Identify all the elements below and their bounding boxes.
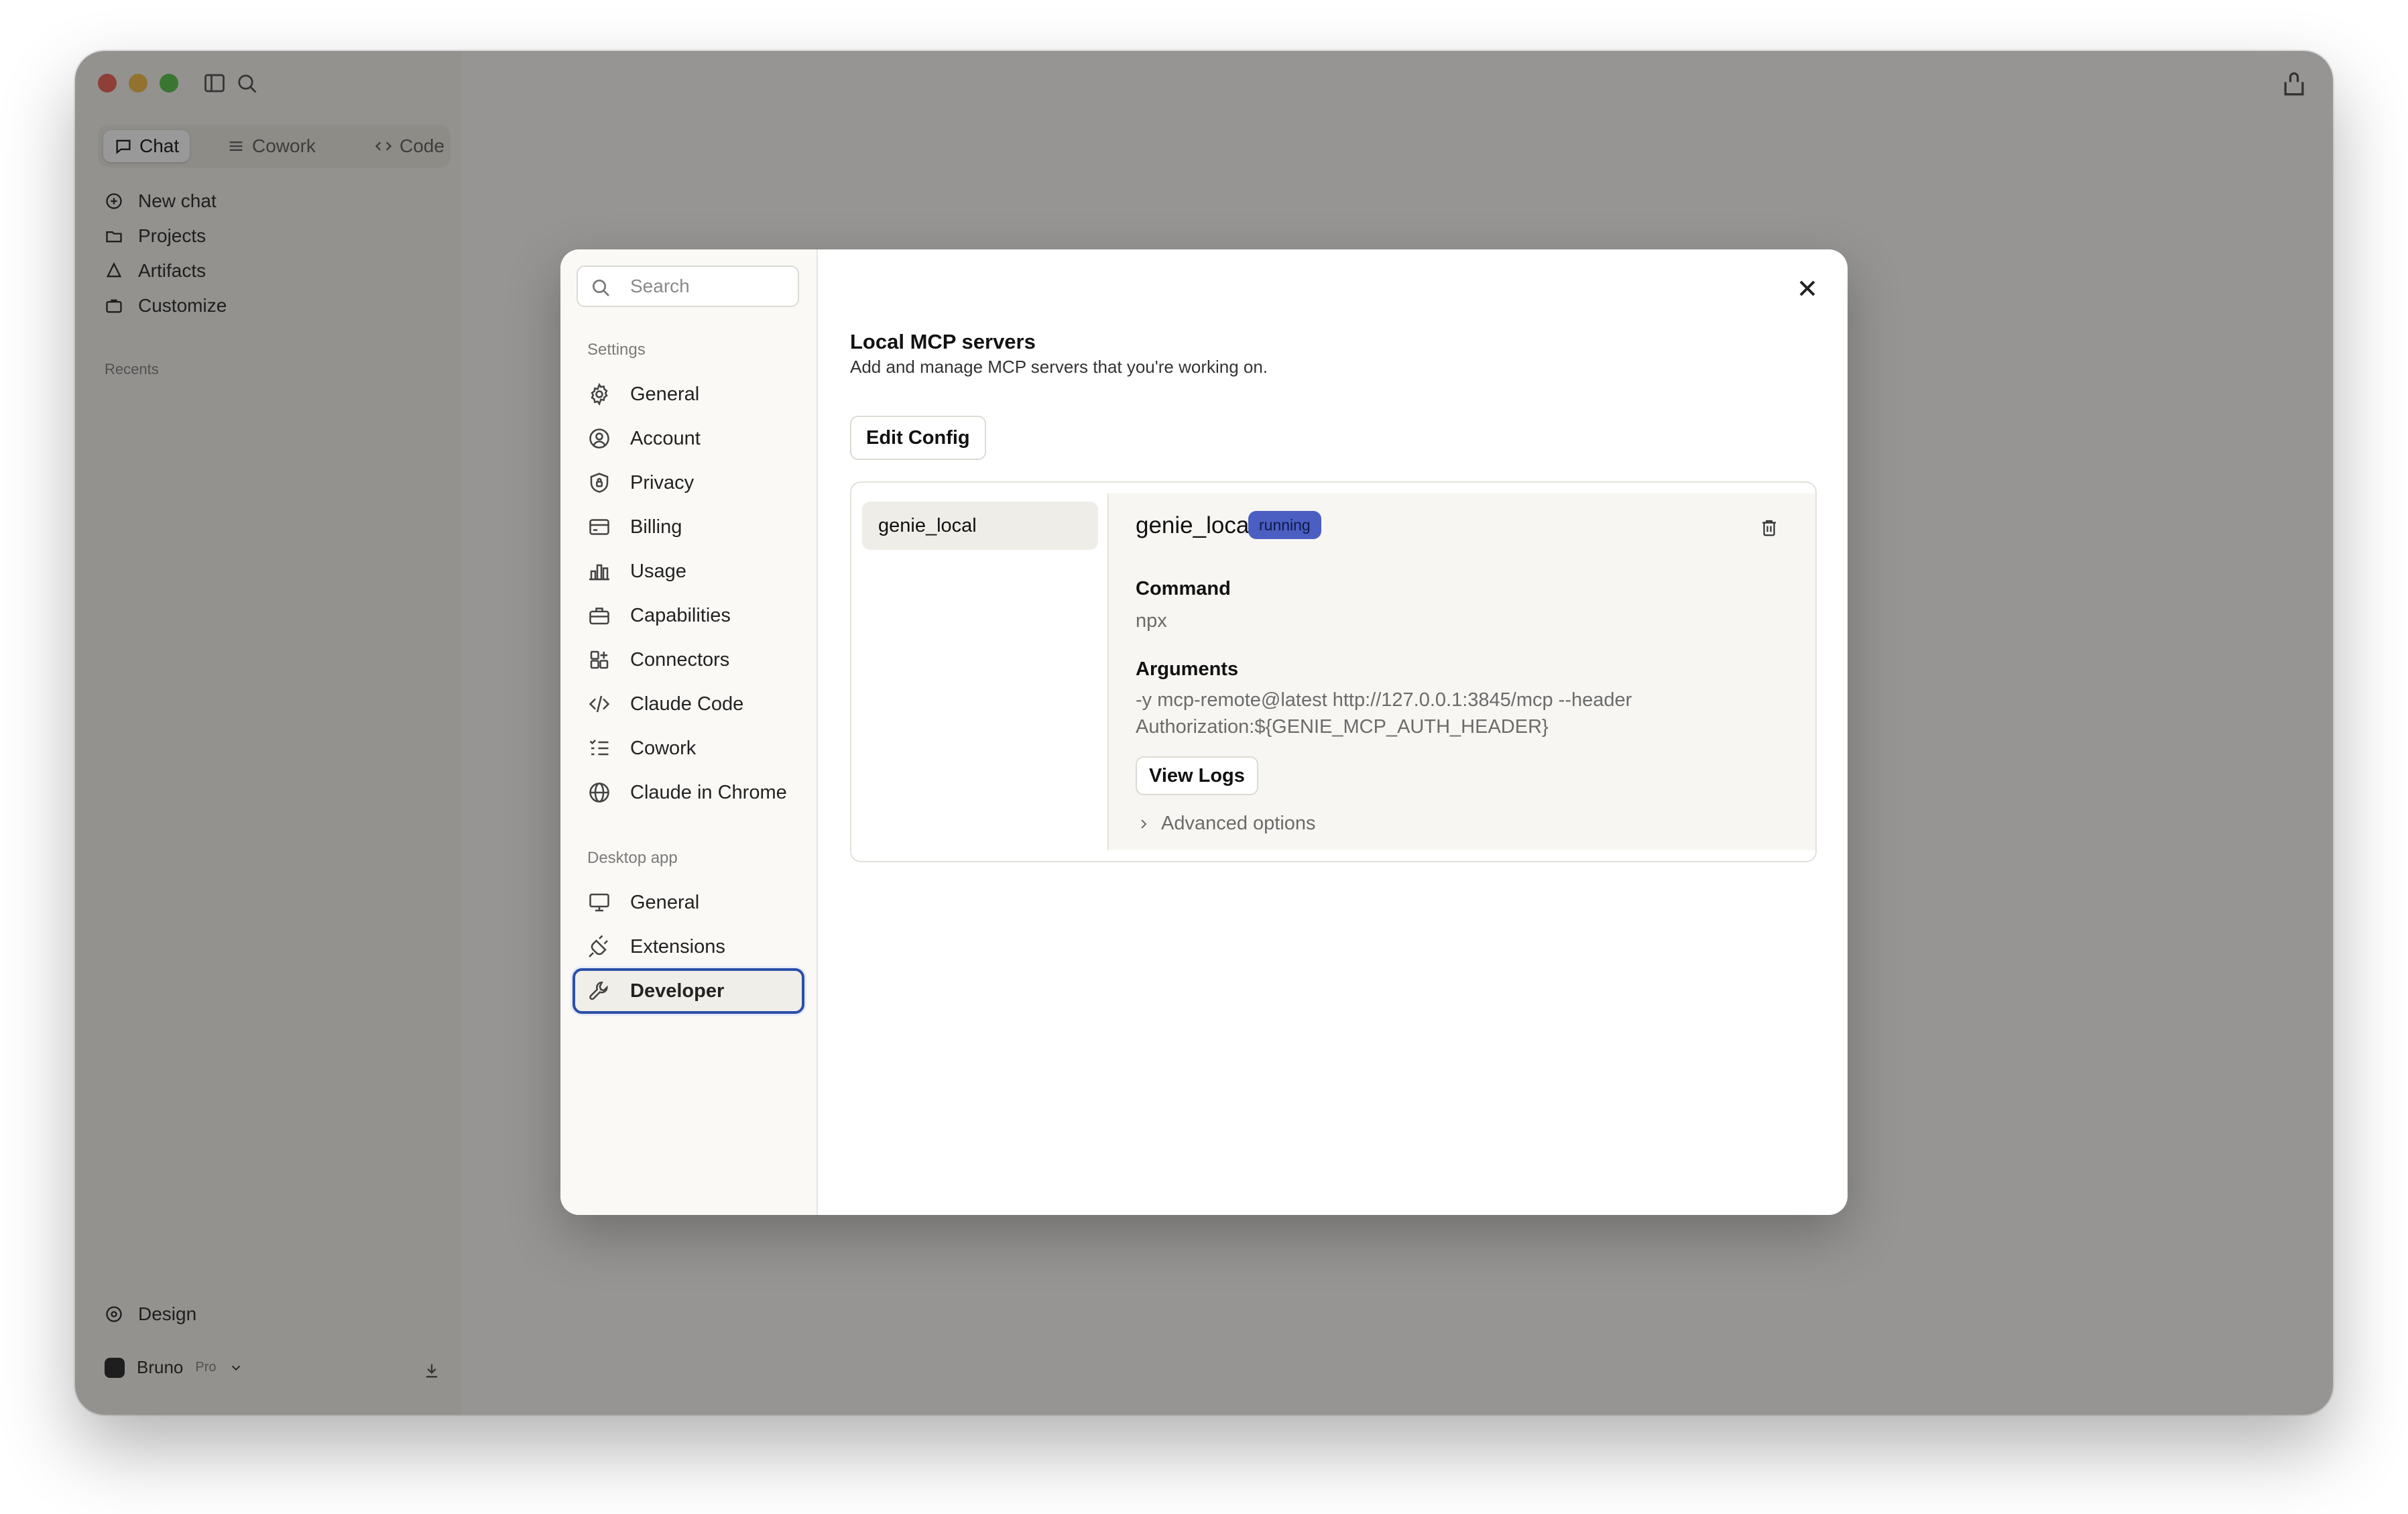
arguments-label: Arguments bbox=[1136, 658, 1239, 680]
status-badge: running bbox=[1248, 511, 1321, 539]
nav-privacy[interactable]: Privacy bbox=[573, 460, 804, 506]
nav-label: Claude Code bbox=[630, 693, 744, 715]
nav-label: Developer bbox=[630, 980, 725, 1002]
settings-sidebar: Settings General Account Privacy Billing… bbox=[560, 249, 818, 1215]
nav-extensions[interactable]: Extensions bbox=[573, 924, 804, 970]
nav-claude-code[interactable]: Claude Code bbox=[573, 681, 804, 727]
view-logs-button[interactable]: View Logs bbox=[1136, 756, 1258, 795]
nav-label: General bbox=[630, 891, 700, 913]
nav-label: Extensions bbox=[630, 935, 725, 957]
toolbox-icon bbox=[589, 607, 609, 625]
command-value: npx bbox=[1136, 610, 1167, 632]
arguments-value-line2: Authorization:${GENIE_MCP_AUTH_HEADER} bbox=[1136, 716, 1549, 738]
page-title: Local MCP servers bbox=[850, 330, 1036, 353]
nav-cowork[interactable]: Cowork bbox=[573, 725, 804, 771]
nav-developer[interactable]: Developer bbox=[573, 968, 804, 1014]
nav-connectors[interactable]: Connectors bbox=[573, 637, 804, 683]
close-icon[interactable] bbox=[1791, 272, 1823, 304]
search-input[interactable] bbox=[630, 272, 791, 300]
user-circle-icon bbox=[589, 428, 609, 449]
server-detail: genie_local running Command npx Argument… bbox=[1107, 493, 1815, 850]
nav-label: Privacy bbox=[630, 471, 695, 493]
server-name: genie_local bbox=[1136, 512, 1255, 538]
nav-account[interactable]: Account bbox=[573, 416, 804, 461]
nav-general[interactable]: General bbox=[573, 371, 804, 417]
monitor-icon bbox=[589, 893, 609, 912]
page-subtitle: Add and manage MCP servers that you're w… bbox=[850, 357, 1268, 377]
nav-claude-in-chrome[interactable]: Claude in Chrome bbox=[573, 770, 804, 815]
nav-usage[interactable]: Usage bbox=[573, 548, 804, 594]
settings-search[interactable] bbox=[577, 266, 799, 307]
arguments-value-line1: -y mcp-remote@latest http://127.0.0.1:38… bbox=[1136, 689, 1632, 711]
search-icon bbox=[593, 280, 609, 296]
command-label: Command bbox=[1136, 578, 1231, 599]
settings-section-label: Settings bbox=[587, 341, 646, 359]
server-list-item[interactable]: genie_local bbox=[862, 502, 1098, 550]
server-panel: genie_local genie_local running Command … bbox=[850, 481, 1817, 862]
nav-label: General bbox=[630, 383, 700, 405]
nav-label: Capabilities bbox=[630, 604, 731, 626]
chevron-right-icon bbox=[1141, 819, 1147, 829]
settings-modal: Settings General Account Privacy Billing… bbox=[560, 249, 1848, 1215]
gear-icon bbox=[591, 383, 608, 406]
globe-icon bbox=[589, 782, 609, 803]
nav-label: Billing bbox=[630, 516, 682, 538]
nav-label: Connectors bbox=[630, 648, 730, 671]
grid-plus-icon bbox=[590, 650, 609, 669]
nav-capabilities[interactable]: Capabilities bbox=[573, 593, 804, 638]
plug-icon bbox=[589, 935, 608, 957]
nav-desktop-general[interactable]: General bbox=[573, 880, 804, 925]
credit-card-icon bbox=[589, 519, 609, 535]
trash-icon[interactable] bbox=[1759, 518, 1779, 538]
nav-label: Usage bbox=[630, 560, 686, 582]
code-icon bbox=[589, 695, 610, 713]
desktop-section-label: Desktop app bbox=[587, 849, 678, 867]
nav-label: Account bbox=[630, 427, 701, 449]
nav-label: Cowork bbox=[630, 737, 697, 759]
checklist-icon bbox=[589, 740, 609, 756]
nav-billing[interactable]: Billing bbox=[573, 504, 804, 550]
advanced-options-toggle[interactable]: Advanced options bbox=[1136, 813, 1316, 835]
bar-chart-icon bbox=[589, 564, 609, 581]
edit-config-button[interactable]: Edit Config bbox=[850, 416, 986, 460]
shield-lock-icon bbox=[590, 473, 609, 493]
wrench-icon bbox=[589, 981, 608, 1000]
nav-label: Claude in Chrome bbox=[630, 781, 787, 803]
advanced-options-label: Advanced options bbox=[1161, 813, 1316, 834]
